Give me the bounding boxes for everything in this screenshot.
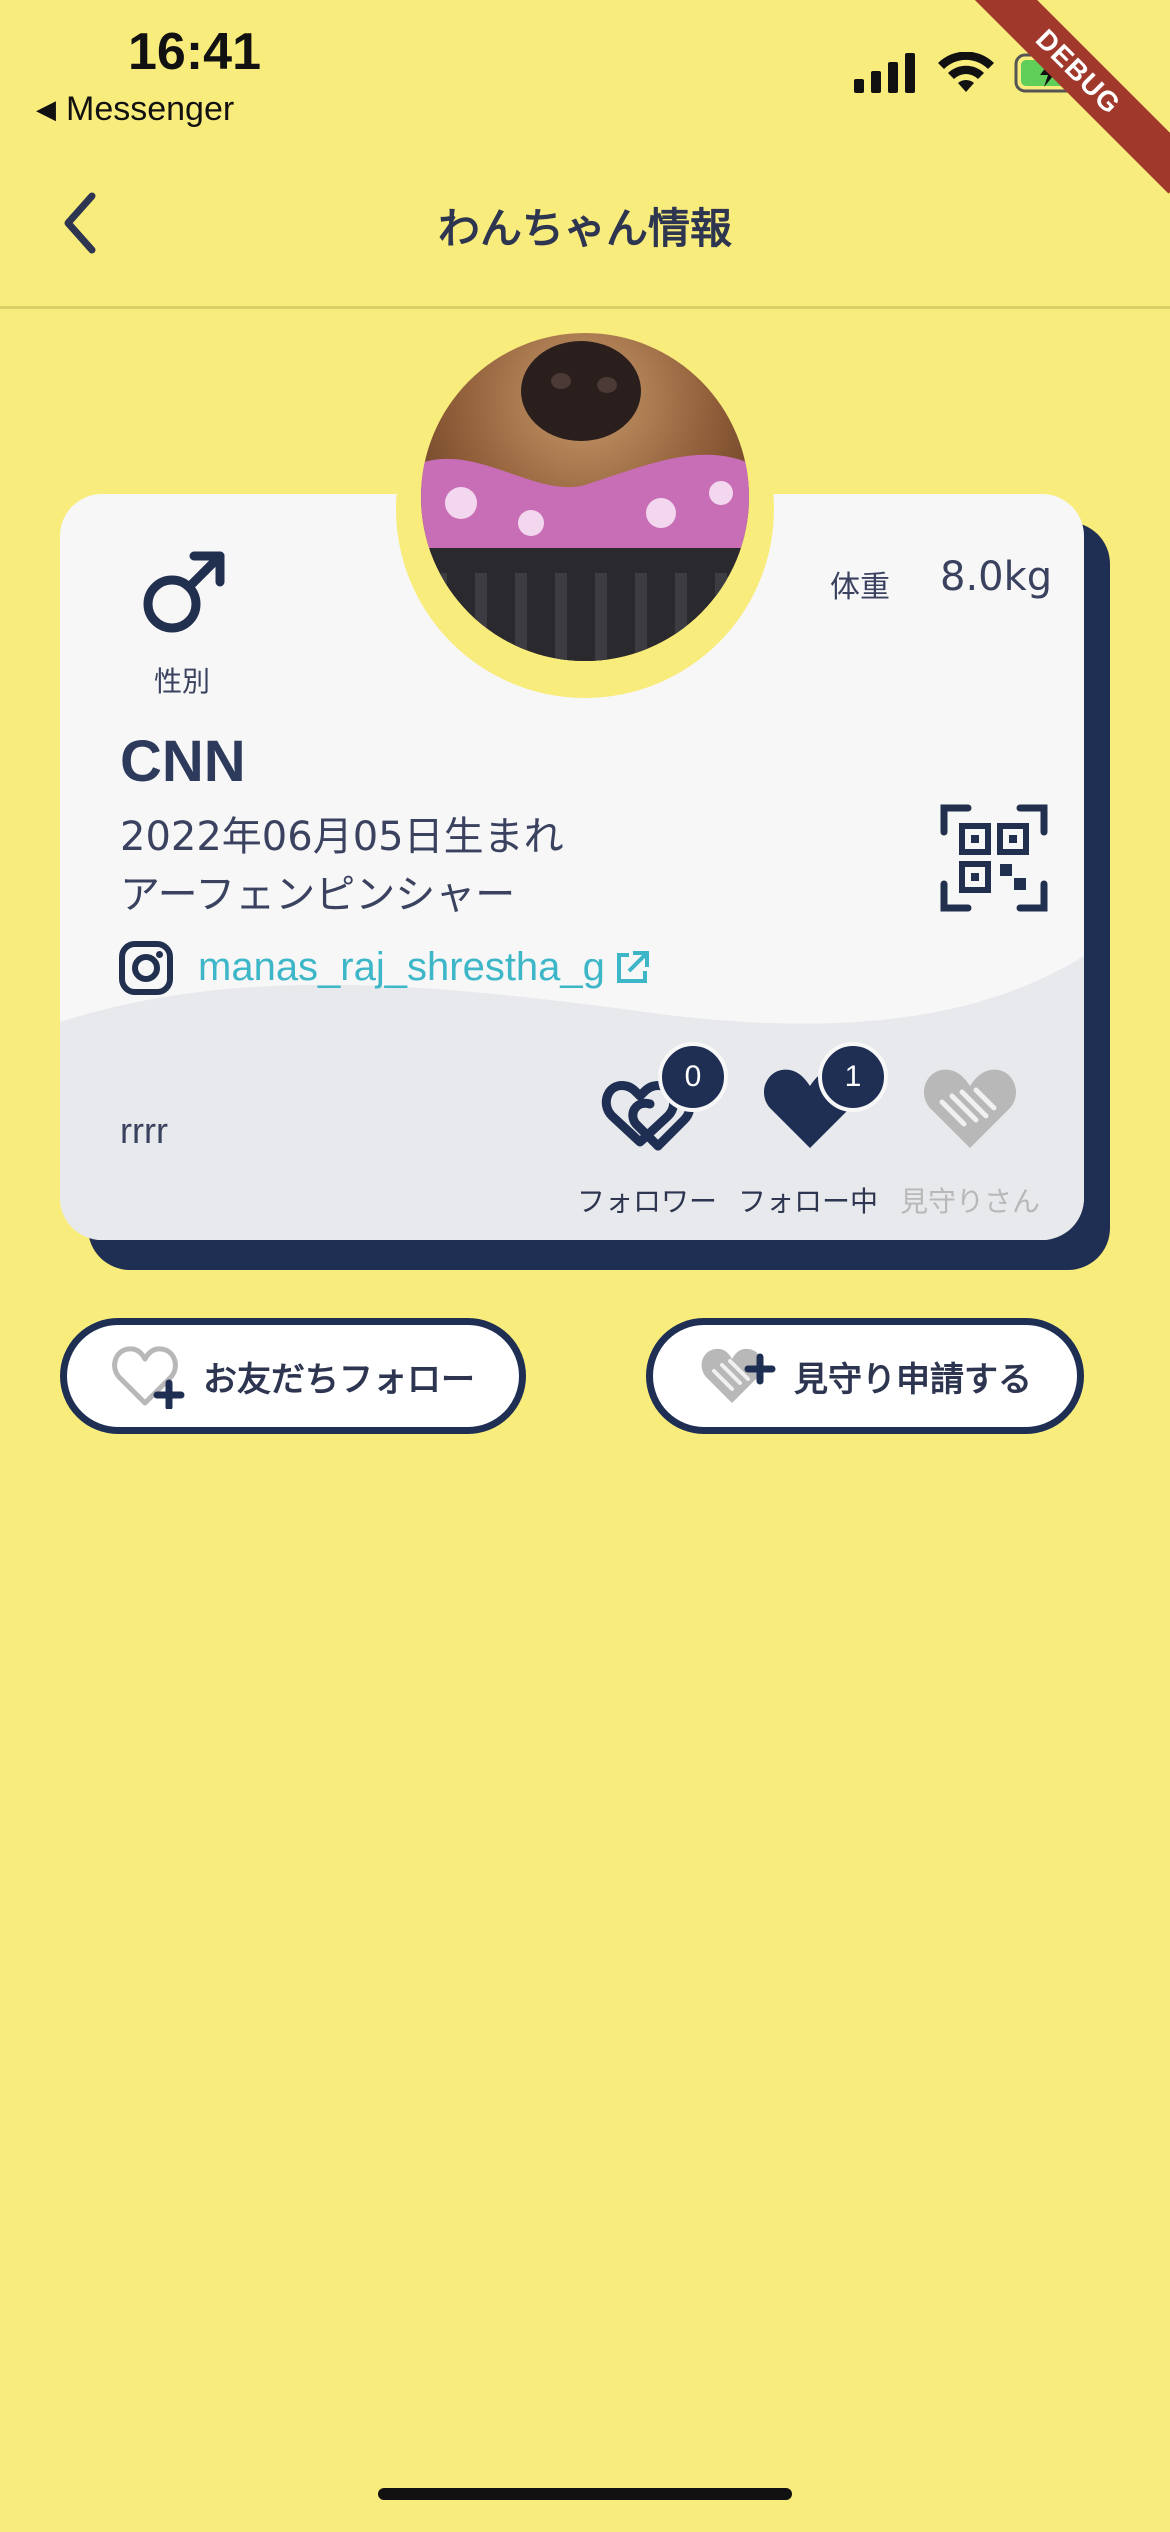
instagram-handle: manas_raj_shrestha_g: [198, 945, 605, 989]
qr-code-button[interactable]: [940, 804, 1048, 912]
following-label: フォロー中: [738, 1185, 879, 1218]
following-count-badge: 1: [818, 1042, 888, 1112]
wifi-icon: [938, 52, 994, 92]
watch-request-label: 見守り申請する: [794, 1359, 1032, 1400]
back-triangle-icon: ◀: [36, 94, 56, 124]
qr-code-icon: [940, 804, 1048, 912]
watch-request-button[interactable]: 見守り申請する: [646, 1318, 1084, 1434]
follow-friend-label: お友だちフォロー: [203, 1359, 475, 1400]
page-title: わんちゃん情報: [437, 204, 732, 253]
handshake-heart-icon: [923, 1069, 1017, 1148]
gender-label: 性別: [154, 665, 211, 698]
instagram-link[interactable]: manas_raj_shrestha_g: [198, 945, 651, 990]
home-indicator: [378, 2488, 792, 2500]
status-back-app-label: Messenger: [66, 90, 235, 128]
external-link-icon: [616, 950, 649, 983]
instagram-icon: [118, 940, 174, 996]
status-time: 16:41: [128, 23, 261, 81]
followers-count-badge: 0: [658, 1042, 728, 1112]
dog-birthdate: 2022年06月05日生まれ: [120, 814, 564, 860]
header-divider: [0, 306, 1170, 309]
followers-label: フォロワー: [577, 1185, 718, 1218]
status-back-app[interactable]: ◀ Messenger: [36, 90, 234, 129]
heart-plus-icon: [112, 1346, 185, 1409]
watchers-label: 見守りさん: [900, 1185, 1041, 1218]
weight-label: 体重: [830, 570, 890, 605]
follow-friend-button[interactable]: お友だちフォロー: [60, 1318, 526, 1434]
handshake-plus-icon: [701, 1348, 776, 1403]
dog-breed: アーフェンピンシャー: [120, 872, 516, 918]
dog-avatar: [421, 333, 749, 661]
debug-ribbon: DEBUG: [956, 0, 1170, 194]
weight-value: 8.0kg: [940, 554, 1053, 600]
male-icon: [143, 551, 225, 633]
dog-photo: [421, 333, 749, 661]
dog-name: CNN: [120, 729, 246, 794]
signal-icon: [854, 53, 915, 93]
dog-memo: rrrr: [120, 1110, 168, 1151]
